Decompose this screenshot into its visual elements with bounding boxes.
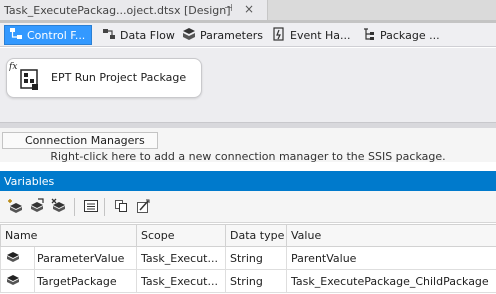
tab-label: Data Flow — [120, 28, 175, 42]
tab-label: Parameters — [200, 28, 263, 42]
toolbar-separator — [104, 198, 105, 216]
table-row[interactable]: TargetPackage Task_Execut... String Task… — [0, 269, 496, 293]
column-header-scope[interactable]: Scope — [136, 224, 227, 247]
variable-value[interactable]: Task_ExecutePackage_ChildPackage — [286, 269, 496, 293]
variables-title: Variables — [4, 174, 55, 188]
column-header-data-type[interactable]: Data type — [225, 224, 288, 247]
variable-icon — [5, 273, 21, 290]
add-variable-icon — [7, 198, 23, 217]
tab-event-handlers[interactable]: Event Ha... — [268, 25, 355, 45]
delete-variable-button[interactable] — [50, 198, 68, 217]
variable-value[interactable]: ParentValue — [286, 246, 496, 270]
column-header-name[interactable]: Name — [0, 224, 138, 247]
move-variable-icon — [29, 197, 45, 217]
copy-button[interactable] — [112, 199, 130, 215]
tab-package-explorer[interactable]: Package ... — [358, 25, 444, 45]
tab-label: Event Ha... — [290, 28, 351, 42]
tab-label: Control F... — [27, 28, 86, 42]
expression-badge: fx — [9, 62, 17, 72]
document-tab[interactable]: Task_ExecutePackag...oject.dtsx [Design]… — [0, 0, 268, 20]
task-label: EPT Run Project Package — [51, 71, 187, 84]
row-icon-cell — [0, 246, 35, 270]
connection-managers-label: Connection Managers — [25, 134, 145, 147]
add-variable-button[interactable] — [6, 198, 24, 217]
tab-control-flow[interactable]: Control F... — [4, 25, 92, 45]
move-variable-button[interactable] — [28, 197, 46, 217]
copy-icon — [113, 198, 129, 217]
tab-parameters[interactable]: Parameters — [178, 25, 267, 45]
variable-scope[interactable]: Task_Execut... — [136, 269, 227, 293]
variable-name[interactable]: TargetPackage — [33, 269, 138, 293]
control-flow-canvas[interactable]: fx EPT Run Project Package — [0, 48, 496, 122]
control-flow-icon — [9, 27, 23, 44]
designer-tab-bar: Control F... Data Flow Parameters Event … — [0, 23, 496, 47]
variables-toolbar — [0, 191, 496, 223]
grid-options-button[interactable] — [82, 199, 100, 215]
table-row[interactable]: ParameterValue Task_Execut... String Par… — [0, 246, 496, 270]
event-handlers-icon — [272, 26, 286, 44]
tab-label: Package ... — [380, 28, 440, 42]
variable-data-type[interactable]: String — [225, 269, 288, 293]
document-tab-title: Task_ExecutePackag...oject.dtsx [Design] — [4, 3, 231, 17]
variable-icon — [5, 250, 21, 267]
row-icon-cell — [0, 269, 35, 293]
execute-package-task[interactable]: fx EPT Run Project Package — [6, 58, 202, 98]
toolbar-separator — [74, 198, 75, 216]
parameters-icon — [182, 27, 196, 44]
execute-package-task-icon: fx — [8, 60, 41, 92]
grid-options-icon — [83, 198, 99, 217]
tab-data-flow[interactable]: Data Flow — [98, 25, 179, 45]
connection-managers-area[interactable]: Connection Managers Right-click here to … — [0, 128, 496, 163]
grid-header-row: Name Scope Data type Value — [0, 224, 496, 247]
expression-icon — [135, 198, 151, 217]
expression-button[interactable] — [134, 199, 152, 215]
variable-data-type[interactable]: String — [225, 246, 288, 270]
variables-grid: Name Scope Data type Value ParameterValu… — [0, 224, 496, 293]
data-flow-icon — [102, 27, 116, 44]
column-header-value[interactable]: Value — [286, 224, 496, 247]
variables-panel-header: Variables — [0, 171, 496, 191]
pin-icon[interactable]: ⊣ — [224, 3, 233, 14]
variable-scope[interactable]: Task_Execut... — [136, 246, 227, 270]
delete-variable-icon — [51, 198, 67, 217]
connection-managers-hint: Right-click here to add a new connection… — [50, 150, 446, 163]
document-tab-strip: Task_ExecutePackag...oject.dtsx [Design]… — [0, 0, 496, 20]
close-icon[interactable]: × — [244, 2, 254, 16]
variable-name[interactable]: ParameterValue — [33, 246, 138, 270]
package-explorer-icon — [362, 27, 376, 44]
connection-managers-tab[interactable]: Connection Managers — [2, 132, 158, 149]
